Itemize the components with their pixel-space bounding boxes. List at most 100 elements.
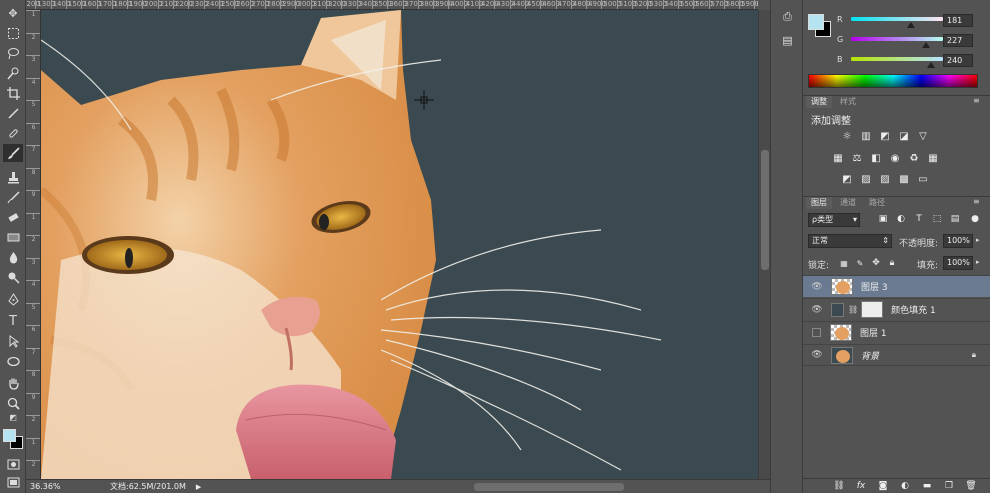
- gradient-map-icon[interactable]: ▩: [898, 174, 910, 185]
- tab-adjustments[interactable]: 调整: [806, 96, 832, 108]
- channel-mixer-icon[interactable]: ♻: [908, 153, 920, 164]
- layer-filter-dropdown[interactable]: ρ类型 ▾: [808, 213, 860, 227]
- red-value-input[interactable]: 181: [943, 14, 973, 27]
- link-layers-icon[interactable]: ⛓︎: [833, 481, 845, 492]
- color-lookup-icon[interactable]: ▦: [927, 153, 939, 164]
- zoom-level[interactable]: 36.36%: [30, 482, 86, 491]
- shape-tool-icon[interactable]: [3, 352, 23, 370]
- clone-stamp-tool-icon[interactable]: [3, 168, 23, 186]
- tab-layers[interactable]: 图层: [806, 197, 832, 209]
- visibility-eye-icon[interactable]: 👁︎: [810, 282, 824, 292]
- quick-mask-icon[interactable]: [3, 455, 23, 473]
- vertical-scroll-thumb[interactable]: [761, 150, 769, 270]
- layer-row-1[interactable]: 图层 1: [803, 321, 990, 343]
- visibility-eye-icon[interactable]: 👁︎: [810, 305, 824, 315]
- layer-mask-thumbnail[interactable]: [861, 301, 884, 318]
- opacity-input[interactable]: 100%: [943, 234, 973, 248]
- green-value-input[interactable]: 227: [943, 34, 973, 47]
- visibility-toggle-empty[interactable]: [812, 328, 821, 337]
- foreground-color-swatch[interactable]: [3, 429, 16, 442]
- levels-icon[interactable]: ▥: [860, 131, 872, 142]
- zoom-tool-icon[interactable]: [3, 394, 23, 412]
- add-mask-icon[interactable]: ◙: [877, 481, 889, 492]
- delete-layer-icon[interactable]: 🗑︎: [965, 481, 977, 492]
- posterize-icon[interactable]: ▨: [860, 174, 872, 185]
- lock-position-icon[interactable]: ✥: [870, 258, 882, 269]
- layer-name[interactable]: 图层 3: [861, 280, 888, 293]
- color-balance-icon[interactable]: ⚖: [851, 153, 863, 164]
- filter-smart-object-icon[interactable]: ▤: [949, 214, 961, 225]
- green-slider[interactable]: [851, 37, 943, 41]
- path-select-tool-icon[interactable]: [3, 332, 23, 350]
- eraser-tool-icon[interactable]: [3, 208, 23, 226]
- marquee-tool-icon[interactable]: [3, 24, 23, 42]
- quick-select-tool-icon[interactable]: [3, 64, 23, 82]
- fill-color-thumbnail[interactable]: [831, 302, 844, 317]
- layer-name[interactable]: 背景: [861, 349, 879, 362]
- blur-tool-icon[interactable]: [3, 248, 23, 266]
- layer-row-background[interactable]: 👁︎ 背景 🔒︎: [803, 344, 990, 366]
- red-slider-knob[interactable]: [907, 22, 915, 28]
- brush-tool-icon[interactable]: [3, 144, 23, 162]
- exposure-icon[interactable]: ◪: [898, 131, 910, 142]
- history-brush-tool-icon[interactable]: [3, 188, 23, 206]
- move-tool-icon[interactable]: ✥: [3, 4, 23, 22]
- hand-tool-icon[interactable]: [3, 374, 23, 392]
- pen-tool-icon[interactable]: [3, 290, 23, 308]
- lock-pixels-icon[interactable]: ✎: [854, 258, 866, 269]
- crop-tool-icon[interactable]: [3, 84, 23, 102]
- invert-icon[interactable]: ◩: [841, 174, 853, 185]
- gradient-tool-icon[interactable]: [3, 228, 23, 246]
- properties-panel-icon[interactable]: ▤: [780, 34, 795, 48]
- blue-value-input[interactable]: 240: [943, 54, 973, 67]
- threshold-icon[interactable]: ▨: [879, 174, 891, 185]
- curves-icon[interactable]: ◩: [879, 131, 891, 142]
- tab-channels[interactable]: 通道: [835, 197, 861, 209]
- selective-color-icon[interactable]: ▭: [917, 174, 929, 185]
- tab-paths[interactable]: 路径: [864, 197, 890, 209]
- lasso-tool-icon[interactable]: [3, 44, 23, 62]
- eyedropper-tool-icon[interactable]: [3, 104, 23, 122]
- document-canvas[interactable]: [41, 10, 758, 479]
- lock-all-icon[interactable]: 🔒︎: [886, 258, 898, 269]
- vibrance-icon[interactable]: ▽: [917, 131, 929, 142]
- lock-transparency-icon[interactable]: ▦: [838, 258, 850, 269]
- new-layer-icon[interactable]: ❐: [943, 481, 955, 492]
- history-panel-icon[interactable]: ⎙: [780, 10, 795, 24]
- tab-styles[interactable]: 样式: [835, 96, 861, 108]
- blend-mode-dropdown[interactable]: 正常 ⇕: [808, 234, 892, 248]
- hue-saturation-icon[interactable]: ▦: [832, 153, 844, 164]
- adjustments-menu-icon[interactable]: ≡: [973, 96, 980, 105]
- fill-arrow-icon[interactable]: ▸: [976, 258, 980, 266]
- layer-name[interactable]: 图层 1: [860, 326, 887, 339]
- filter-pixel-icon[interactable]: ▣: [877, 214, 889, 225]
- dodge-tool-icon[interactable]: [3, 268, 23, 286]
- type-tool-icon[interactable]: T: [3, 312, 23, 330]
- fill-input[interactable]: 100%: [943, 256, 973, 270]
- vertical-scrollbar[interactable]: [758, 10, 770, 479]
- layer-row-color-fill[interactable]: 👁︎ ⛓︎ 颜色填充 1: [803, 298, 990, 320]
- filter-toggle-icon[interactable]: ●: [969, 214, 981, 225]
- horizontal-scroll-thumb[interactable]: [474, 483, 624, 491]
- color-spectrum-ramp[interactable]: [808, 74, 978, 88]
- green-slider-knob[interactable]: [922, 42, 930, 48]
- blue-slider[interactable]: [851, 57, 943, 61]
- layers-menu-icon[interactable]: ≡: [973, 197, 980, 206]
- screen-mode-icon[interactable]: [3, 473, 23, 491]
- layer-row-3[interactable]: 👁︎ 图层 3: [803, 275, 990, 297]
- blue-slider-knob[interactable]: [927, 62, 935, 68]
- status-menu-arrow-icon[interactable]: ▶: [196, 483, 201, 491]
- filter-shape-icon[interactable]: ⬚: [931, 214, 943, 225]
- link-chain-icon[interactable]: ⛓︎: [848, 305, 858, 314]
- new-adjustment-icon[interactable]: ◐: [899, 481, 911, 492]
- photo-filter-icon[interactable]: ◉: [889, 153, 901, 164]
- filter-type-icon[interactable]: T: [913, 214, 925, 225]
- healing-brush-tool-icon[interactable]: [3, 124, 23, 142]
- layer-name[interactable]: 颜色填充 1: [891, 303, 936, 316]
- brightness-icon[interactable]: ☼: [841, 131, 853, 142]
- red-slider[interactable]: [851, 17, 943, 21]
- color-panel-fg-swatch[interactable]: [808, 14, 824, 30]
- visibility-eye-icon[interactable]: 👁︎: [810, 350, 824, 360]
- default-colors-icon[interactable]: ◩: [3, 412, 23, 424]
- opacity-arrow-icon[interactable]: ▸: [976, 236, 980, 244]
